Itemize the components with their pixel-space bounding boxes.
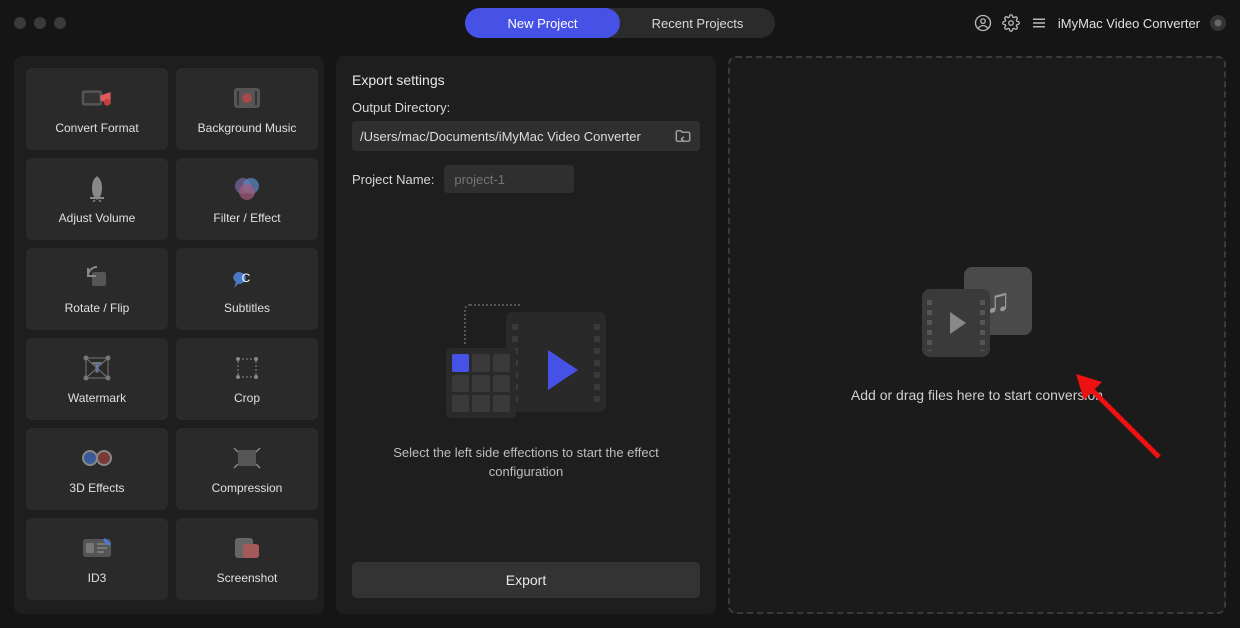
tool-label: Subtitles [224, 301, 270, 315]
tool-label: Watermark [68, 391, 126, 405]
tool-label: Filter / Effect [213, 211, 280, 225]
tool-screenshot[interactable]: Screenshot [176, 518, 318, 600]
rotate-flip-icon [80, 263, 114, 293]
tool-subtitles[interactable]: C Subtitles [176, 248, 318, 330]
export-settings-title: Export settings [352, 72, 700, 88]
background-music-icon [230, 83, 264, 113]
window-controls [14, 17, 66, 29]
tool-compression[interactable]: Compression [176, 428, 318, 510]
adjust-volume-icon [80, 173, 114, 203]
tab-recent-projects[interactable]: Recent Projects [620, 8, 775, 38]
project-name-input[interactable] [444, 165, 574, 193]
tool-background-music[interactable]: Background Music [176, 68, 318, 150]
tool-label: 3D Effects [69, 481, 124, 495]
watermark-icon: T [80, 353, 114, 383]
tool-adjust-volume[interactable]: Adjust Volume [26, 158, 168, 240]
output-directory-label: Output Directory: [352, 100, 700, 115]
compression-icon [230, 443, 264, 473]
output-directory-field[interactable]: /Users/mac/Documents/iMyMac Video Conver… [352, 121, 700, 151]
tool-label: Convert Format [55, 121, 138, 135]
output-directory-value: /Users/mac/Documents/iMyMac Video Conver… [360, 129, 668, 144]
zoom-window-button[interactable] [54, 17, 66, 29]
tool-label: Crop [234, 391, 260, 405]
export-settings-panel: Export settings Output Directory: /Users… [336, 56, 716, 614]
app-title: iMyMac Video Converter [1058, 16, 1200, 31]
id3-icon [80, 533, 114, 563]
crop-icon [230, 353, 264, 383]
tool-watermark[interactable]: T Watermark [26, 338, 168, 420]
tab-new-project[interactable]: New Project [465, 8, 620, 38]
tool-label: ID3 [88, 571, 107, 585]
annotation-arrow-icon [1074, 372, 1164, 462]
export-button[interactable]: Export [352, 562, 700, 598]
file-drop-zone[interactable]: ♫ Add or drag files here to start conver… [728, 56, 1226, 614]
drop-illustration: ♫ [922, 267, 1032, 357]
tool-id3[interactable]: ID3 [26, 518, 168, 600]
menu-icon[interactable] [1030, 14, 1048, 32]
project-name-label: Project Name: [352, 172, 434, 187]
effects-sidebar: Convert Format Background Music Adjust V… [14, 56, 324, 614]
filter-effect-icon [230, 173, 264, 203]
account-icon[interactable] [974, 14, 992, 32]
folder-icon[interactable] [674, 127, 692, 145]
minimize-window-button[interactable] [34, 17, 46, 29]
tool-filter-effect[interactable]: Filter / Effect [176, 158, 318, 240]
effect-hint-text: Select the left side effections to start… [376, 444, 676, 480]
tool-label: Adjust Volume [59, 211, 136, 225]
close-window-button[interactable] [14, 17, 26, 29]
tool-label: Compression [212, 481, 283, 495]
tool-crop[interactable]: Crop [176, 338, 318, 420]
svg-text:T: T [93, 359, 102, 375]
project-tabs: New Project Recent Projects [465, 8, 775, 38]
tool-label: Background Music [198, 121, 297, 135]
convert-format-icon [80, 83, 114, 113]
tool-label: Rotate / Flip [65, 301, 130, 315]
effect-illustration [446, 304, 606, 424]
titlebar: New Project Recent Projects iMyMac Video… [0, 0, 1240, 46]
tool-convert-format[interactable]: Convert Format [26, 68, 168, 150]
tool-rotate-flip[interactable]: Rotate / Flip [26, 248, 168, 330]
subtitles-icon: C [230, 263, 264, 293]
tool-label: Screenshot [217, 571, 278, 585]
tool-3d-effects[interactable]: 3D Effects [26, 428, 168, 510]
svg-text:C: C [242, 271, 251, 285]
screenshot-icon [230, 533, 264, 563]
drop-hint-text: Add or drag files here to start conversi… [851, 387, 1103, 403]
3d-effects-icon [80, 443, 114, 473]
disc-icon [1210, 15, 1226, 31]
gear-icon[interactable] [1002, 14, 1020, 32]
